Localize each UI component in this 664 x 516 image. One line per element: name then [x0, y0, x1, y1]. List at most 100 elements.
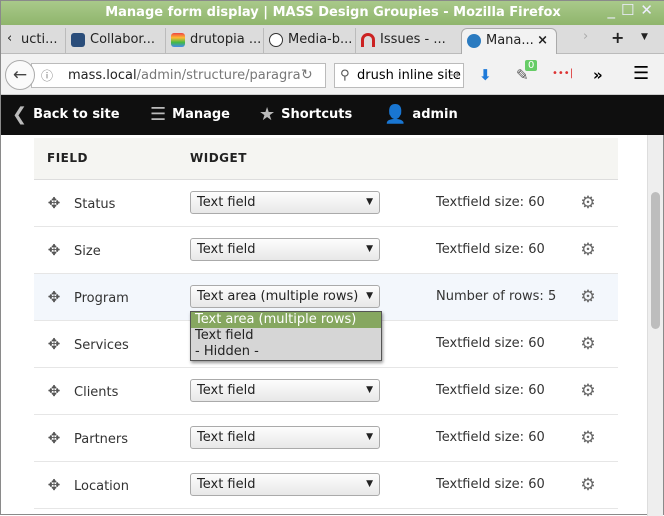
drag-handle-icon[interactable]: ✥ — [34, 194, 74, 212]
gear-icon[interactable]: ⚙ — [558, 179, 618, 227]
gear-icon[interactable]: ⚙ — [558, 461, 618, 509]
manage-label: Manage — [172, 107, 230, 122]
window-controls[interactable]: _☐✕ — [607, 1, 659, 19]
tab-2[interactable]: Collabor... — [65, 28, 165, 54]
widget-cell: Text field — [190, 461, 436, 509]
summary: Textfield size: 60 — [436, 226, 558, 274]
widget-select[interactable]: Text field — [190, 473, 380, 496]
window-title: Manage form display | MASS Design Groupi… — [1, 1, 664, 25]
user-label: admin — [412, 107, 458, 122]
info-icon[interactable]: ⓘ — [41, 67, 53, 84]
field-cell: ✥ Size — [34, 226, 190, 274]
search-go-icon[interactable]: → — [449, 64, 460, 87]
field-name: Partners — [74, 431, 129, 447]
hamburger-icon: ☰ — [150, 104, 167, 125]
widget-select[interactable]: Text field — [190, 191, 380, 214]
manage-link[interactable]: ☰ Manage — [150, 95, 230, 135]
tab-3[interactable]: drutopia ... — [165, 28, 263, 54]
field-cell: ✥ Clients — [34, 367, 190, 415]
drag-handle-icon[interactable]: ✥ — [34, 335, 74, 353]
drag-handle-icon[interactable]: ✥ — [34, 429, 74, 447]
field-cell: ✥ Location — [34, 461, 190, 509]
field-cell: ✥ Status — [34, 179, 190, 227]
table-row: ✥Location Text field Textfield size: 60 … — [34, 461, 618, 509]
drag-handle-icon[interactable]: ✥ — [34, 288, 74, 306]
close-tab-icon[interactable]: × — [537, 29, 548, 53]
scrollbar-thumb[interactable] — [651, 192, 660, 329]
gear-icon[interactable]: ⚙ — [558, 367, 618, 415]
table-row: ✥Clients Text field Textfield size: 60 ⚙ — [34, 367, 618, 415]
clipboard-icon — [171, 33, 185, 47]
summary: Textfield size: 60 — [436, 414, 558, 462]
widget-select[interactable]: Text field — [190, 426, 380, 449]
chevron-left-icon: ❮ — [12, 104, 28, 125]
admin-toolbar: ❮ Back to site ☰ Manage ★ Shortcuts 👤 admin — [1, 95, 664, 135]
tab-label: Collabor... — [90, 32, 155, 47]
back-to-site-link[interactable]: ❮ Back to site — [12, 95, 120, 135]
table-row: ✥Status Text field Textfield size: 60 ⚙ — [34, 179, 618, 227]
drag-handle-icon[interactable]: ✥ — [34, 476, 74, 494]
tab-1[interactable]: ucti... — [15, 28, 65, 54]
table-row: ✥Partners Text field Textfield size: 60 … — [34, 414, 618, 462]
search-icon: ⚲ — [340, 68, 350, 83]
drag-handle-icon[interactable]: ✥ — [34, 241, 74, 259]
field-cell: ✥ Services — [34, 320, 190, 368]
shortcuts-link[interactable]: ★ Shortcuts — [259, 95, 352, 135]
summary: Textfield size: 60 — [436, 461, 558, 509]
back-button[interactable]: ← — [5, 60, 35, 90]
tab-label: Media-b... — [288, 32, 353, 47]
reload-icon[interactable]: ↻ — [301, 67, 313, 83]
dropdown-option[interactable]: Text field — [191, 328, 381, 344]
widget-cell: Text field — [190, 414, 436, 462]
field-name: Status — [74, 196, 116, 212]
tab-4[interactable]: Media-b... — [263, 28, 355, 54]
summary: Textfield size: 60 — [436, 179, 558, 227]
scrollbar[interactable] — [647, 135, 663, 516]
field-name: Location — [74, 478, 129, 494]
scroll-tabs-left-icon[interactable]: ‹ — [7, 31, 12, 46]
gear-icon[interactable]: ⚙ — [558, 226, 618, 274]
menu-icon[interactable]: ☰ — [633, 63, 649, 84]
tab-5[interactable]: Issues - ... — [355, 28, 447, 54]
widget-cell: Text field — [190, 179, 436, 227]
field-cell: ✥ Program — [34, 273, 190, 321]
user-link[interactable]: 👤 admin — [384, 95, 458, 135]
shortcuts-label: Shortcuts — [281, 107, 353, 122]
url-bar[interactable]: mass.local/admin/structure/paragra — [31, 63, 326, 88]
dropdown-option[interactable]: Text area (multiple rows) — [191, 312, 381, 328]
header-settings — [558, 138, 618, 180]
gear-icon[interactable]: ⚙ — [558, 273, 618, 321]
search-value: drush inline site — [357, 68, 461, 83]
widget-select[interactable]: Text field — [190, 238, 380, 261]
search-input[interactable]: ⚲ drush inline site → — [334, 63, 464, 88]
download-icon[interactable]: ⬇ — [479, 66, 492, 84]
user-icon: 👤 — [384, 104, 407, 125]
drupal-icon — [467, 34, 481, 48]
dropdown-option[interactable]: - Hidden - — [191, 344, 381, 360]
tab-list-icon[interactable]: ▼ — [641, 32, 648, 42]
recording-icon[interactable]: •••| — [552, 68, 573, 79]
header-summary — [436, 138, 558, 180]
widget-cell: Text field — [190, 367, 436, 415]
tab-label: drutopia ... — [190, 32, 262, 47]
widget-select[interactable]: Text area (multiple rows) — [190, 285, 380, 308]
issues-icon — [361, 33, 375, 47]
url-path: /admin/structure/paragra — [136, 68, 301, 83]
gear-icon[interactable]: ⚙ — [558, 320, 618, 368]
drag-handle-icon[interactable]: ✥ — [34, 382, 74, 400]
widget-dropdown-list: Text area (multiple rows) Text field - H… — [190, 311, 382, 361]
widget-select[interactable]: Text field — [190, 379, 380, 402]
field-name: Clients — [74, 384, 119, 400]
new-tab-icon[interactable]: + — [611, 28, 624, 47]
back-label: Back to site — [33, 107, 120, 122]
field-cell: ✥ Partners — [34, 414, 190, 462]
tab-active[interactable]: Mana... × — [461, 28, 557, 54]
navigation-bar: mass.local/admin/structure/paragra ⓘ ↻ ←… — [1, 54, 664, 95]
summary: Number of rows: 5 — [436, 273, 558, 321]
tab-label: ucti... — [21, 32, 58, 47]
scroll-tabs-right-icon[interactable]: › — [583, 29, 588, 44]
overflow-icon[interactable]: » — [593, 66, 603, 84]
summary: Textfield size: 60 — [436, 367, 558, 415]
widget-cell: Text field — [190, 226, 436, 274]
gear-icon[interactable]: ⚙ — [558, 414, 618, 462]
